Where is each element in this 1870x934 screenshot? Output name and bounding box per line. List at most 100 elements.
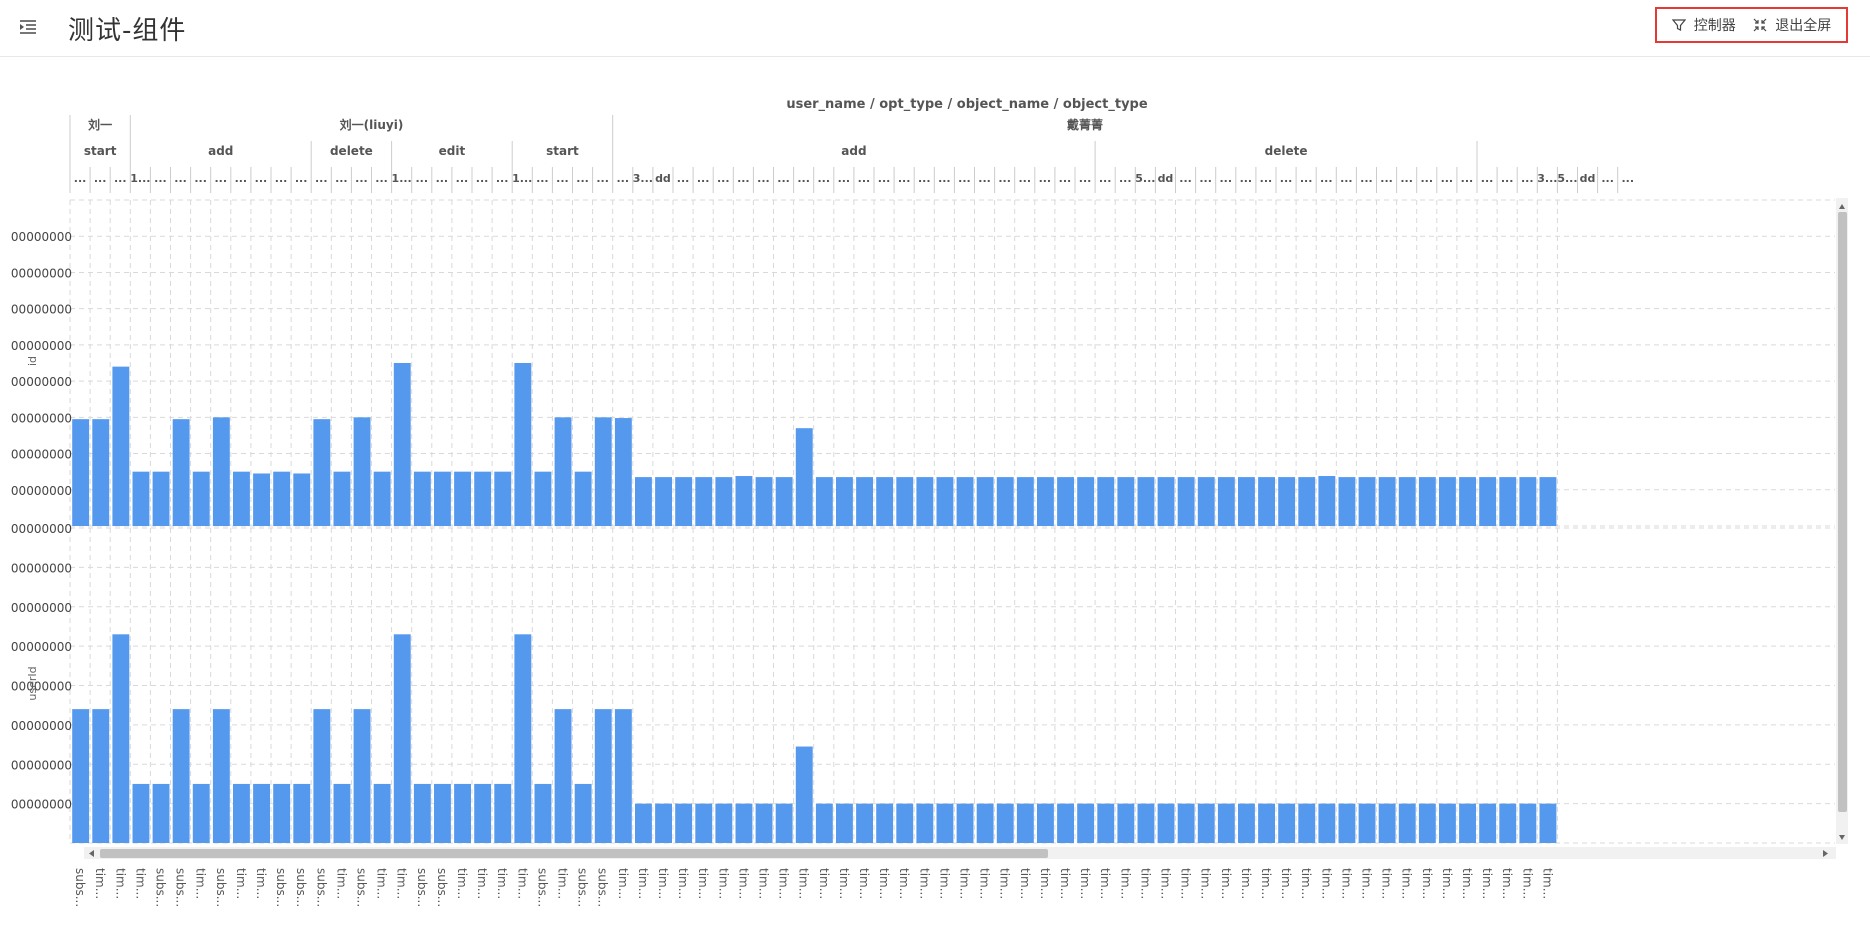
bar — [212, 709, 230, 843]
x-category-label: tim... — [676, 868, 690, 899]
vertical-scrollbar-thumb[interactable] — [1838, 212, 1847, 812]
object-name-label: ... — [1501, 172, 1514, 185]
bar — [1197, 477, 1215, 526]
bar — [554, 709, 572, 843]
bar — [333, 471, 351, 526]
object-name-label: 5... — [1135, 172, 1155, 185]
bar — [916, 477, 934, 526]
object-name-label: ... — [1059, 172, 1072, 185]
object-name-label: 1... — [392, 172, 412, 185]
bar — [1318, 476, 1336, 526]
bar — [956, 803, 974, 843]
x-category-label: tim... — [1380, 868, 1394, 899]
bar — [1217, 803, 1235, 843]
x-category-label: tim... — [1018, 868, 1032, 899]
x-category-label: tim... — [475, 868, 489, 899]
object-name-label: ... — [74, 172, 87, 185]
x-category-label: tim... — [395, 868, 409, 899]
object-name-label: ... — [878, 172, 891, 185]
object-name-label: ... — [1320, 172, 1333, 185]
header-group-label: add — [841, 144, 866, 158]
bar — [1037, 803, 1054, 843]
controller-button[interactable]: 控制器 — [1671, 15, 1736, 35]
x-category-label: subs... — [535, 868, 549, 907]
bar — [836, 477, 853, 526]
object-name-label: ... — [616, 172, 629, 185]
x-category-label: tim... — [1480, 868, 1494, 899]
bar — [1539, 477, 1557, 526]
x-category-label: tim... — [254, 868, 268, 899]
y-tick-label: 00000000 — [11, 339, 72, 353]
object-name-label: ... — [858, 172, 871, 185]
horizontal-scrollbar-thumb[interactable] — [100, 849, 1048, 858]
bar — [1077, 477, 1095, 526]
object-name-label: ... — [978, 172, 991, 185]
object-name-label: ... — [456, 172, 469, 185]
bar — [333, 783, 351, 843]
object-name-label: ... — [1420, 172, 1433, 185]
object-name-label: ... — [436, 172, 449, 185]
bar — [1097, 803, 1115, 843]
object-name-label: ... — [476, 172, 489, 185]
object-name-label: ... — [697, 172, 710, 185]
bar — [1258, 803, 1275, 843]
bar — [715, 803, 733, 843]
bar — [92, 419, 110, 526]
bar — [554, 417, 572, 526]
object-name-label: ... — [375, 172, 388, 185]
bar — [1077, 803, 1095, 843]
x-category-label: tim... — [716, 868, 730, 899]
object-name-label: dd — [655, 172, 671, 185]
x-category-label: tim... — [857, 868, 871, 899]
bar — [735, 803, 753, 843]
object-name-label: ... — [1240, 172, 1253, 185]
x-category-label: tim... — [1279, 868, 1293, 899]
bar — [976, 477, 994, 526]
exit-fullscreen-button[interactable]: 退出全屏 — [1753, 15, 1831, 35]
y-tick-label: 00000000 — [11, 680, 72, 694]
object-name-label: ... — [1018, 172, 1031, 185]
bar — [1016, 803, 1034, 843]
bar — [695, 803, 713, 843]
x-category-label: tim... — [495, 868, 509, 899]
bar — [434, 471, 451, 526]
x-category-label: tim... — [756, 868, 770, 899]
exit-fullscreen-label: 退出全屏 — [1775, 18, 1832, 34]
bar — [675, 803, 693, 843]
bar — [795, 746, 813, 843]
object-name-label: ... — [717, 172, 730, 185]
bar — [413, 471, 431, 526]
top-bar: 测试-组件 控制器 退出全屏 — [0, 0, 1870, 57]
object-name-label: ... — [235, 172, 248, 185]
x-category-label: tim... — [1319, 868, 1333, 899]
bar — [936, 803, 954, 843]
x-category-label: tim... — [917, 868, 931, 899]
bar — [996, 803, 1014, 843]
object-name-label: ... — [596, 172, 609, 185]
bar — [976, 803, 994, 843]
bar — [1418, 477, 1436, 526]
object-name-label: ... — [1601, 172, 1614, 185]
bar — [1117, 477, 1135, 526]
object-name-label: ... — [315, 172, 328, 185]
bar — [896, 803, 914, 843]
object-name-label: ... — [677, 172, 690, 185]
bar — [815, 477, 833, 526]
bar — [635, 803, 652, 843]
bar — [1057, 803, 1074, 843]
bar — [1439, 803, 1456, 843]
object-name-label: ... — [1099, 172, 1112, 185]
bar — [1418, 803, 1436, 843]
x-category-label: tim... — [133, 868, 147, 899]
x-category-label: tim... — [194, 868, 208, 899]
bar — [996, 477, 1014, 526]
x-category-label: tim... — [837, 868, 851, 899]
bar — [1459, 477, 1476, 526]
x-category-label: tim... — [515, 868, 529, 899]
object-name-label: ... — [1219, 172, 1232, 185]
shrink-icon — [1753, 18, 1767, 32]
bar — [735, 476, 753, 526]
x-category-label: tim... — [1540, 868, 1554, 899]
y-tick-label: 00000000 — [11, 798, 72, 812]
menu-fold-icon[interactable] — [18, 17, 38, 37]
